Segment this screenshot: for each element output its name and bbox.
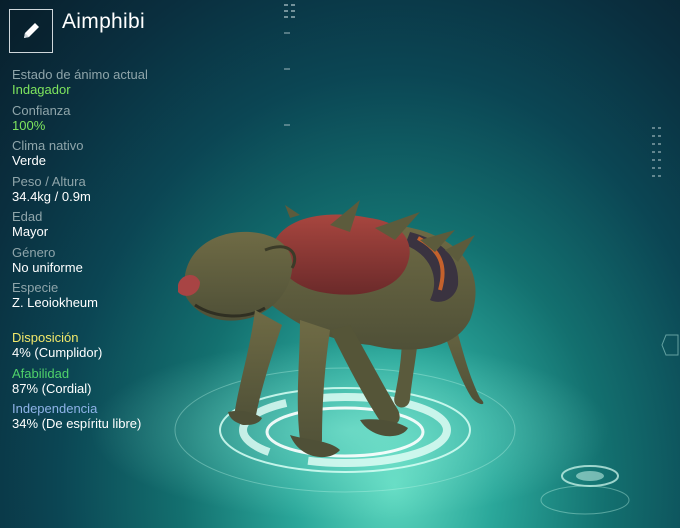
creature-name: Aimphibi xyxy=(62,10,145,33)
stat-age: Edad Mayor xyxy=(12,209,252,245)
stat-label: Especie xyxy=(12,280,59,295)
stat-value: 100% xyxy=(12,117,46,133)
trait-value: 4% (Cumplidor) xyxy=(12,345,103,360)
trait-value: 87% (Cordial) xyxy=(12,380,92,396)
stat-label: Edad xyxy=(12,209,43,224)
hud-marks-top xyxy=(284,4,295,126)
trait-independence: Independencia 34% (De espíritu libre) xyxy=(12,401,252,437)
stat-trust: Confianza 100% xyxy=(12,103,252,139)
stat-mood: Estado de ánimo actual Indagador xyxy=(12,67,252,103)
stat-weight-height: Peso / Altura 34.4kg / 0.9m xyxy=(12,174,252,210)
stat-value: Mayor xyxy=(12,224,49,239)
stat-climate: Clima nativo Verde xyxy=(12,138,252,174)
stat-label: Confianza xyxy=(12,102,71,118)
trait-disposition: Disposición 4% (Cumplidor) xyxy=(12,330,252,366)
hex-marker-icon xyxy=(661,334,679,356)
pencil-icon xyxy=(24,23,39,38)
stat-value: Z. Leoiokheum xyxy=(12,295,98,310)
stat-label: Clima nativo xyxy=(12,138,84,153)
trait-label: Disposición xyxy=(12,330,79,345)
traits-panel: Disposición 4% (Cumplidor) Afabilidad 87… xyxy=(12,330,252,437)
stat-species: Especie Z. Leoiokheum xyxy=(12,280,252,316)
stat-value: 34.4kg / 0.9m xyxy=(12,188,91,204)
rename-button[interactable] xyxy=(9,9,53,53)
stat-value: Verde xyxy=(12,153,46,168)
stat-value: Indagador xyxy=(12,82,71,97)
trait-label: Afabilidad xyxy=(12,365,70,381)
hud-marks-right xyxy=(652,127,661,177)
stat-value: No uniforme xyxy=(12,259,83,275)
trait-value: 34% (De espíritu libre) xyxy=(12,416,142,431)
trait-affability: Afabilidad 87% (Cordial) xyxy=(12,366,252,402)
stats-panel: Estado de ánimo actual Indagador Confian… xyxy=(12,67,252,316)
stat-label: Estado de ánimo actual xyxy=(12,67,148,82)
trait-label: Independencia xyxy=(12,401,98,416)
stat-label: Género xyxy=(12,244,56,260)
stat-gender: Género No uniforme xyxy=(12,245,252,281)
stat-label: Peso / Altura xyxy=(12,173,86,189)
